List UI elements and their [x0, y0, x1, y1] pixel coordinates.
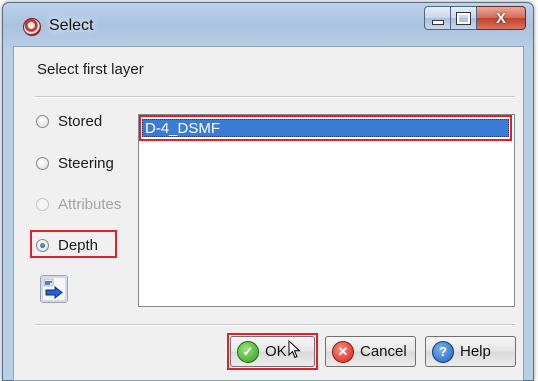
help-button[interactable]: ? Help	[425, 336, 516, 367]
seg-import-button[interactable]	[40, 275, 68, 303]
minimize-icon	[431, 19, 444, 25]
radio-button-icon	[36, 197, 49, 211]
window-controls: X	[424, 6, 526, 32]
close-button[interactable]: X	[477, 6, 526, 30]
top-divider	[35, 96, 515, 98]
list-item-highlight-box	[139, 115, 512, 141]
ok-highlight-box	[227, 333, 318, 370]
radio-button-icon[interactable]	[36, 156, 49, 170]
help-button-label: Help	[460, 343, 491, 360]
bottom-divider	[35, 324, 515, 326]
cancel-button-label: Cancel	[360, 343, 407, 360]
radio-steering[interactable]: Steering	[36, 152, 114, 174]
cancel-x-icon: ✕	[332, 340, 354, 363]
dialog-body: Select first layer Stored Steering Attri…	[13, 46, 524, 381]
depth-highlight-box	[30, 230, 117, 258]
radio-label-steering: Steering	[58, 154, 114, 172]
radio-label-stored: Stored	[58, 112, 103, 130]
radio-button-icon[interactable]	[36, 114, 49, 128]
help-question-icon: ?	[432, 340, 454, 363]
window-title: Select	[49, 17, 94, 34]
layer-list[interactable]: D-4_DSMF	[138, 114, 515, 307]
radio-attributes: Attributes	[36, 193, 121, 215]
select-dialog-window: Select X Select first layer Stored Steer…	[2, 2, 534, 381]
cancel-button[interactable]: ✕ Cancel	[325, 336, 416, 367]
maximize-button[interactable]	[451, 6, 477, 30]
minimize-button[interactable]	[424, 6, 451, 30]
radio-stored[interactable]: Stored	[36, 110, 102, 132]
seg-import-icon	[41, 276, 67, 302]
radio-label-attributes: Attributes	[58, 195, 122, 213]
title-bar[interactable]: Select X	[3, 3, 533, 49]
app-logo-icon	[23, 18, 41, 36]
prompt-label: Select first layer	[37, 61, 144, 78]
mouse-pointer-icon	[288, 340, 301, 359]
close-icon: X	[495, 9, 506, 27]
maximize-icon	[456, 11, 471, 25]
